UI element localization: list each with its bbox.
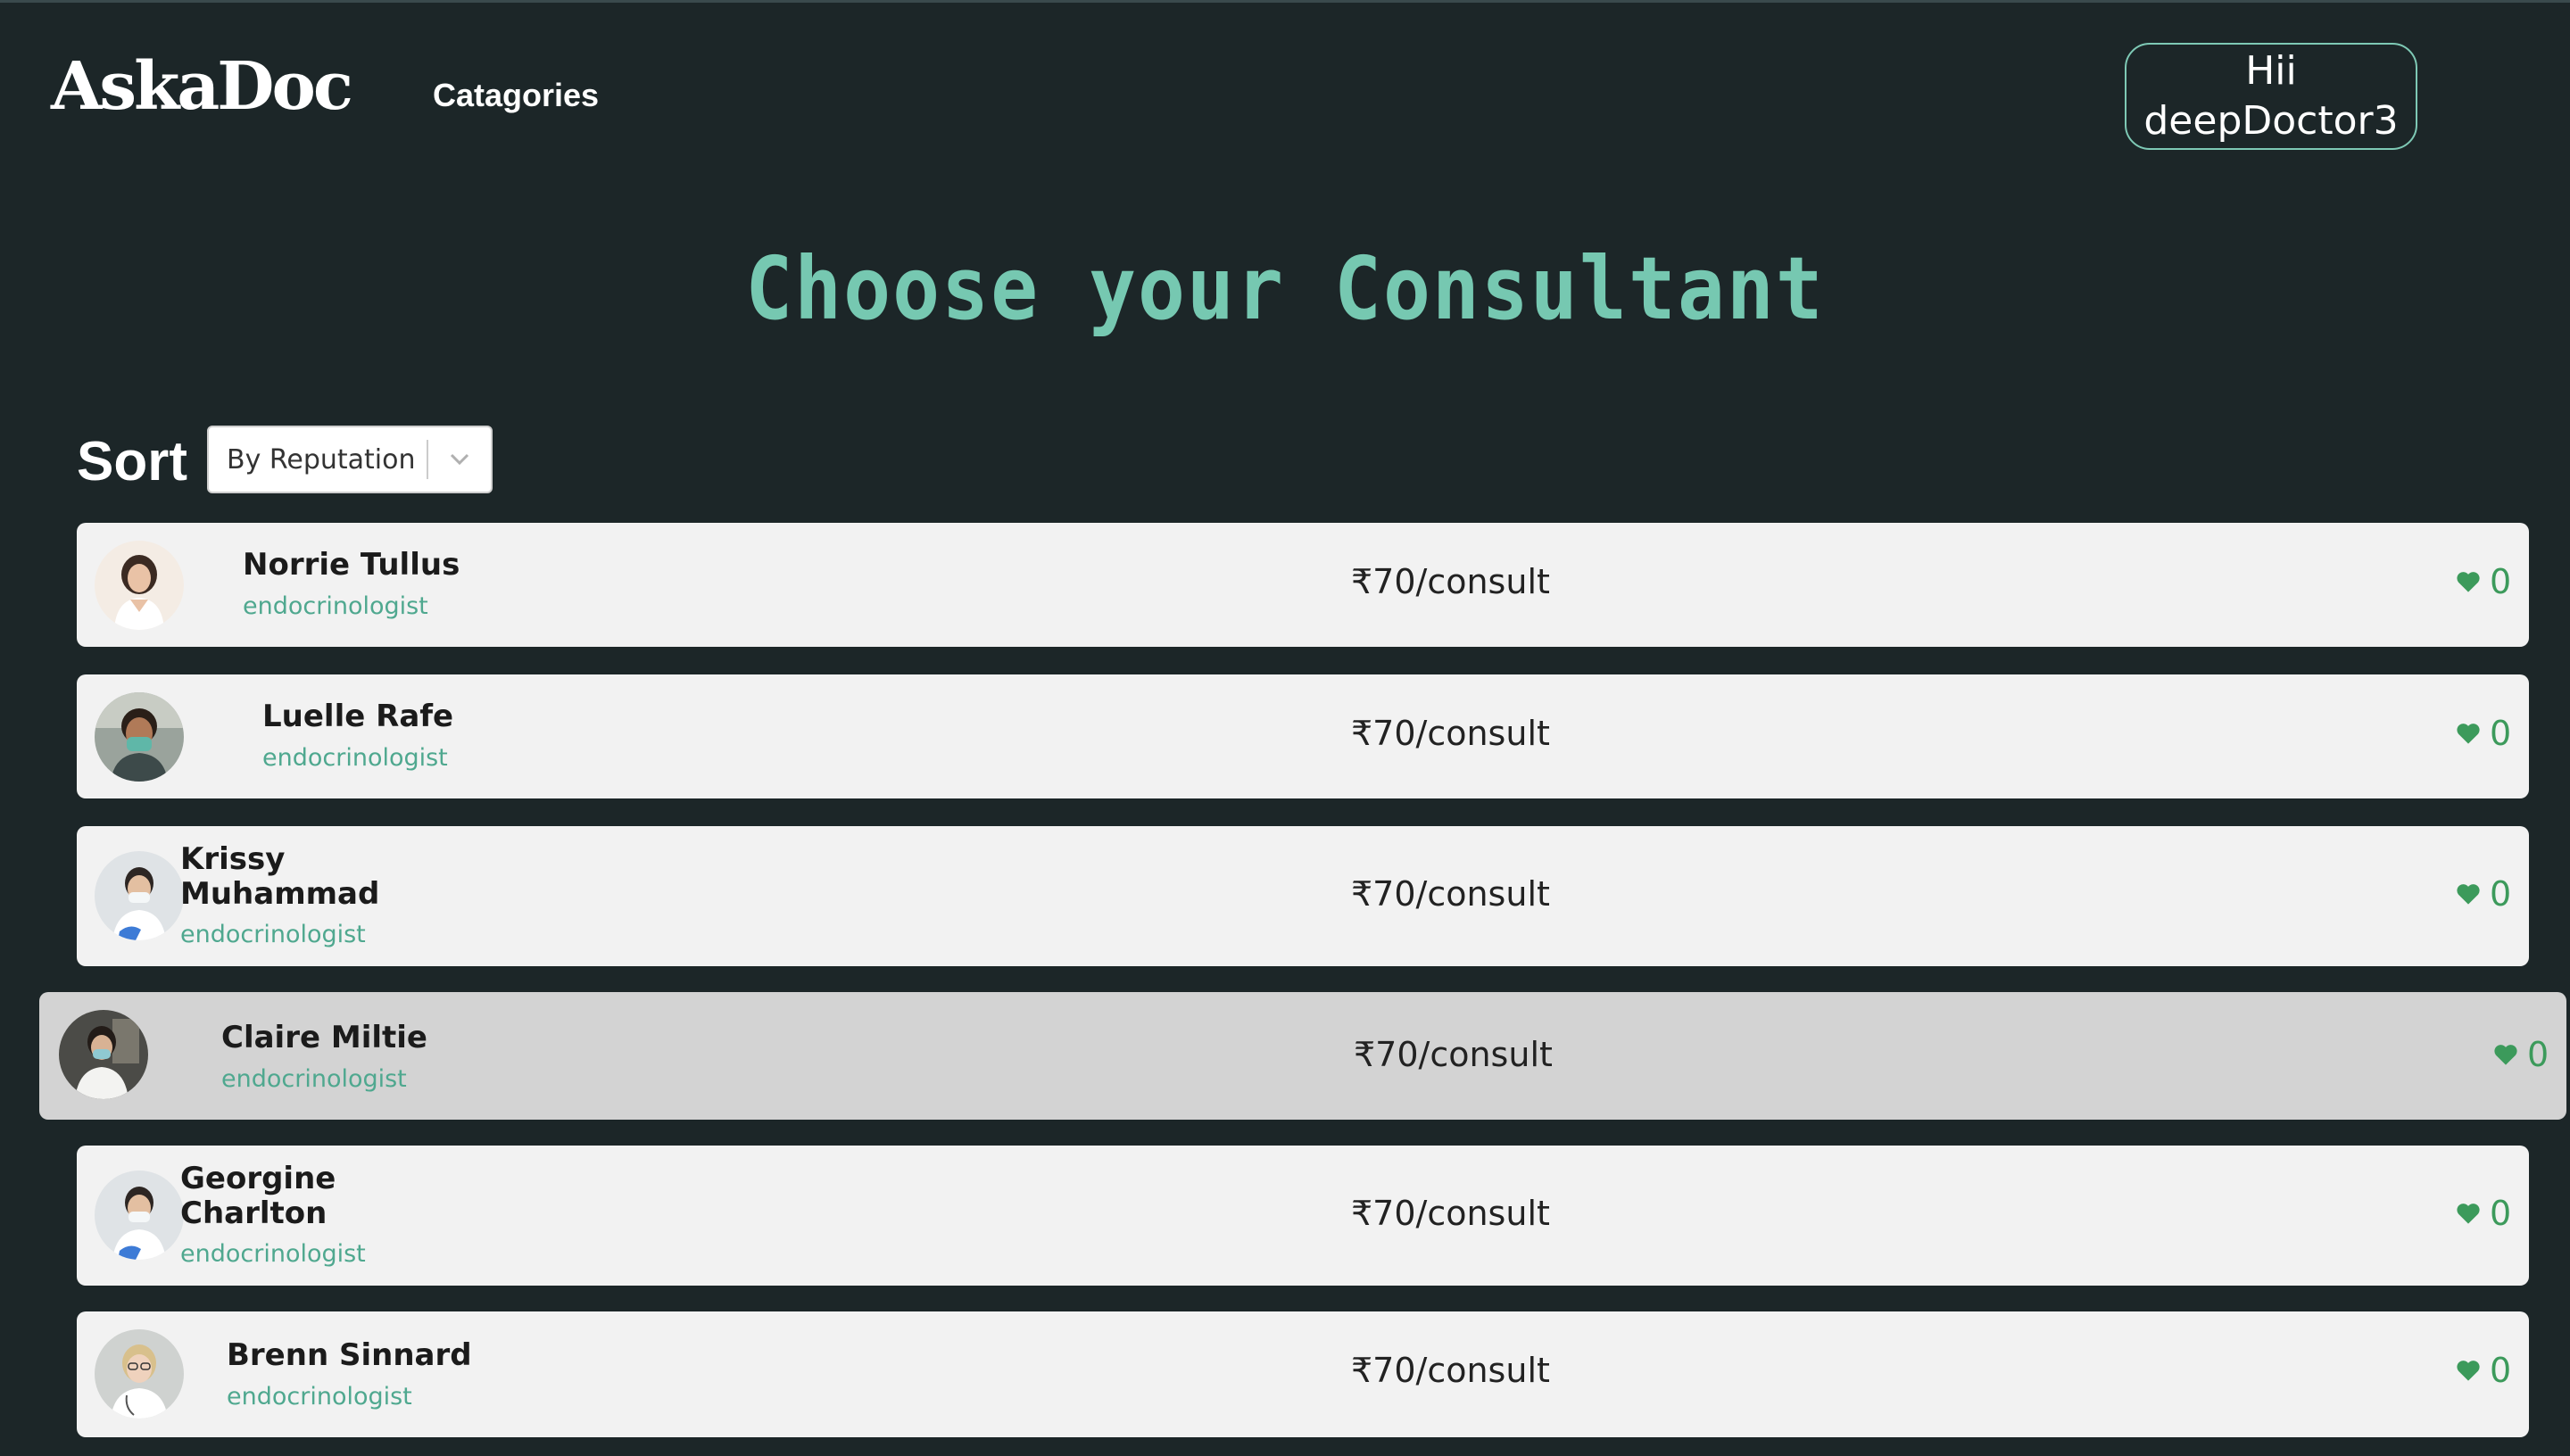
doctor-likes[interactable]: 0 [2456, 874, 2511, 914]
username-text: deepDoctor3 [2143, 98, 2399, 144]
doctor-likes[interactable]: 0 [2456, 1351, 2511, 1390]
doctor-avatar [59, 1010, 148, 1099]
chevron-down-icon[interactable] [428, 452, 491, 467]
doctor-name: Claire Miltie [221, 1020, 427, 1055]
doctor-card[interactable]: Norrie Tullus endocrinologist ₹70/consul… [77, 523, 2529, 647]
doctor-name: Krissy Muhammad [180, 841, 380, 912]
likes-count: 0 [2490, 1194, 2512, 1233]
doctor-avatar [95, 1329, 184, 1419]
doctor-price: ₹70/consult [1351, 1351, 1550, 1390]
user-profile-button[interactable]: Hii deepDoctor3 [2125, 43, 2417, 150]
doctor-name: Brenn Sinnard [227, 1337, 472, 1373]
likes-count: 0 [2527, 1035, 2549, 1074]
doctor-card[interactable]: Luelle Rafe endocrinologist ₹70/consult … [77, 674, 2529, 798]
doctor-card[interactable]: Brenn Sinnard endocrinologist ₹70/consul… [77, 1311, 2529, 1437]
nav-categories-link[interactable]: Catagories [433, 77, 599, 114]
doctor-specialty: endocrinologist [221, 1065, 407, 1093]
heart-icon [2457, 724, 2480, 744]
doctor-price: ₹70/consult [1351, 1194, 1550, 1233]
greeting-text: Hii [2245, 48, 2297, 94]
doctor-specialty: endocrinologist [180, 921, 366, 948]
doctor-name: Georgine Charlton [180, 1161, 336, 1231]
doctor-card[interactable]: Krissy Muhammad endocrinologist ₹70/cons… [77, 826, 2529, 966]
doctor-avatar [95, 851, 184, 940]
top-border [0, 0, 2570, 3]
doctor-avatar [95, 692, 184, 782]
doctor-specialty: endocrinologist [243, 592, 428, 620]
likes-count: 0 [2490, 562, 2512, 601]
doctor-card[interactable]: Claire Miltie endocrinologist ₹70/consul… [39, 992, 2566, 1120]
doctor-likes[interactable]: 0 [2456, 714, 2511, 753]
likes-count: 0 [2490, 874, 2512, 914]
doctor-price: ₹70/consult [1354, 1035, 1553, 1074]
sort-selected-value: By Reputation [227, 443, 416, 476]
sort-dropdown[interactable]: By Reputation [207, 426, 493, 493]
doctor-likes[interactable]: 0 [2493, 1035, 2549, 1074]
likes-count: 0 [2490, 1351, 2512, 1390]
doctor-specialty: endocrinologist [180, 1240, 366, 1268]
doctor-card[interactable]: Georgine Charlton endocrinologist ₹70/co… [77, 1146, 2529, 1286]
doctor-price: ₹70/consult [1351, 562, 1550, 601]
heart-icon [2457, 572, 2480, 592]
heart-icon [2457, 884, 2480, 905]
sort-label: Sort [77, 431, 187, 492]
page-title: Choose your Consultant [745, 237, 1825, 340]
doctor-likes[interactable]: 0 [2456, 562, 2511, 601]
app-logo[interactable]: AskaDoc [51, 54, 353, 120]
doctor-avatar [95, 1171, 184, 1260]
heart-icon [2457, 1204, 2480, 1224]
doctor-specialty: endocrinologist [262, 744, 448, 772]
likes-count: 0 [2490, 714, 2512, 753]
doctor-name: Luelle Rafe [262, 699, 454, 734]
doctor-likes[interactable]: 0 [2456, 1194, 2511, 1233]
heart-icon [2494, 1045, 2517, 1065]
doctor-name: Norrie Tullus [243, 547, 460, 583]
heart-icon [2457, 1361, 2480, 1381]
doctor-specialty: endocrinologist [227, 1383, 412, 1410]
doctor-price: ₹70/consult [1351, 714, 1550, 753]
doctor-price: ₹70/consult [1351, 874, 1550, 914]
doctor-avatar [95, 541, 184, 630]
